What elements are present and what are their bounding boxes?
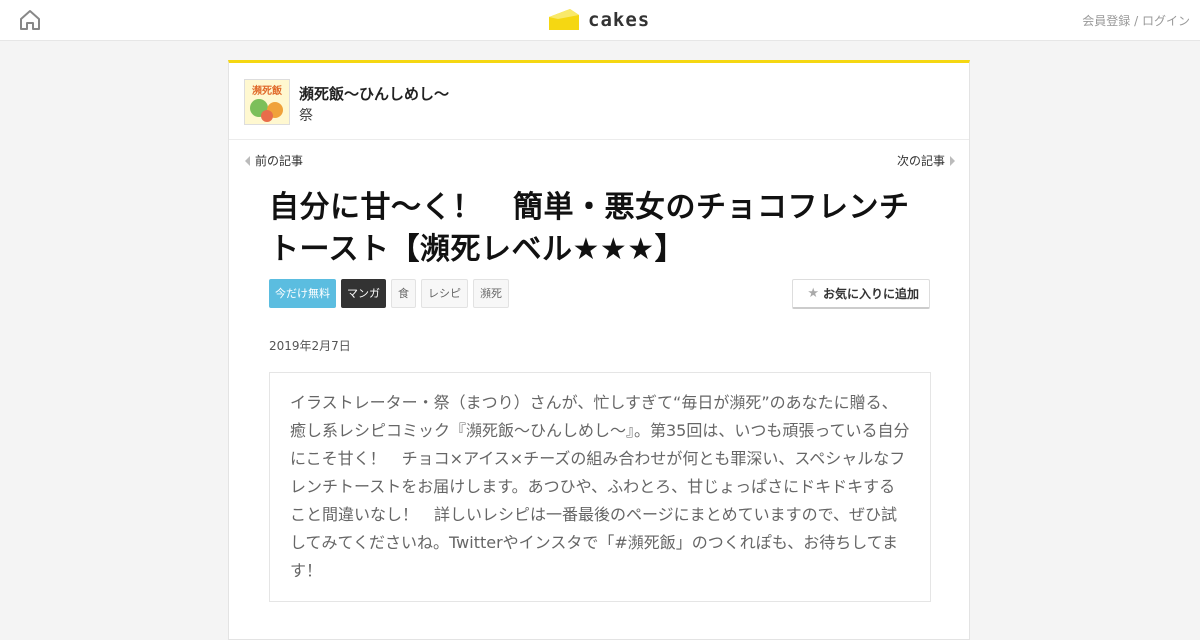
series-thumbnail-art: 瀕死飯 — [245, 80, 289, 124]
series-header: 瀕死飯 瀕死飯～ひんしめし～ 祭 — [229, 63, 969, 140]
add-favorite-label: お気に入りに追加 — [822, 287, 919, 301]
register-link[interactable]: 会員登録 — [1082, 14, 1130, 28]
prev-article-link[interactable]: 前の記事 — [245, 152, 303, 169]
tag-hinshi[interactable]: 瀕死 — [473, 279, 509, 308]
series-author[interactable]: 祭 — [299, 105, 313, 125]
tag-recipe[interactable]: レシピ — [421, 279, 468, 308]
series-thumbnail[interactable]: 瀕死飯 — [244, 79, 290, 125]
article-title: 自分に甘～く！ 簡単・悪女のチョコフレンチトースト【瀕死レベル★★★】 — [269, 190, 910, 267]
auth-links: 会員登録 / ログイン — [1082, 12, 1190, 29]
tag-manga[interactable]: マンガ — [341, 279, 386, 308]
add-favorite-button[interactable]: ★ お気に入りに追加 — [792, 279, 930, 309]
top-bar: cakes 会員登録 / ログイン — [0, 0, 1200, 41]
tag-food[interactable]: 食 — [391, 279, 416, 308]
article-lead: イラストレーター・祭（まつり）さんが、忙しすぎて“毎日が瀕死”のあなたに贈る、癒… — [269, 372, 931, 602]
prev-article-label: 前の記事 — [255, 154, 304, 168]
next-article-link[interactable]: 次の記事 — [897, 152, 955, 169]
series-title[interactable]: 瀕死飯～ひんしめし～ — [299, 83, 449, 104]
star-icon: ★ — [807, 286, 819, 301]
chevron-left-icon — [245, 155, 250, 166]
auth-separator: / — [1130, 14, 1142, 28]
home-icon[interactable] — [18, 8, 42, 32]
tag-list: 今だけ無料 マンガ 食 レシピ 瀕死 — [269, 279, 509, 308]
login-link[interactable]: ログイン — [1142, 14, 1190, 28]
logo-text: cakes — [588, 9, 651, 31]
thumb-caption: 瀕死飯 — [252, 84, 282, 97]
publish-date: 2019年2月7日 — [269, 339, 351, 353]
tag-free[interactable]: 今だけ無料 — [269, 279, 336, 308]
chevron-right-icon — [950, 155, 955, 166]
cheese-logo-icon — [549, 9, 579, 30]
next-article-label: 次の記事 — [896, 154, 945, 168]
site-logo[interactable]: cakes — [548, 6, 650, 34]
article-card: 瀕死飯 瀕死飯～ひんしめし～ 祭 前の記事 次の記事 自分に甘～く！ 簡単・悪女… — [228, 60, 970, 640]
